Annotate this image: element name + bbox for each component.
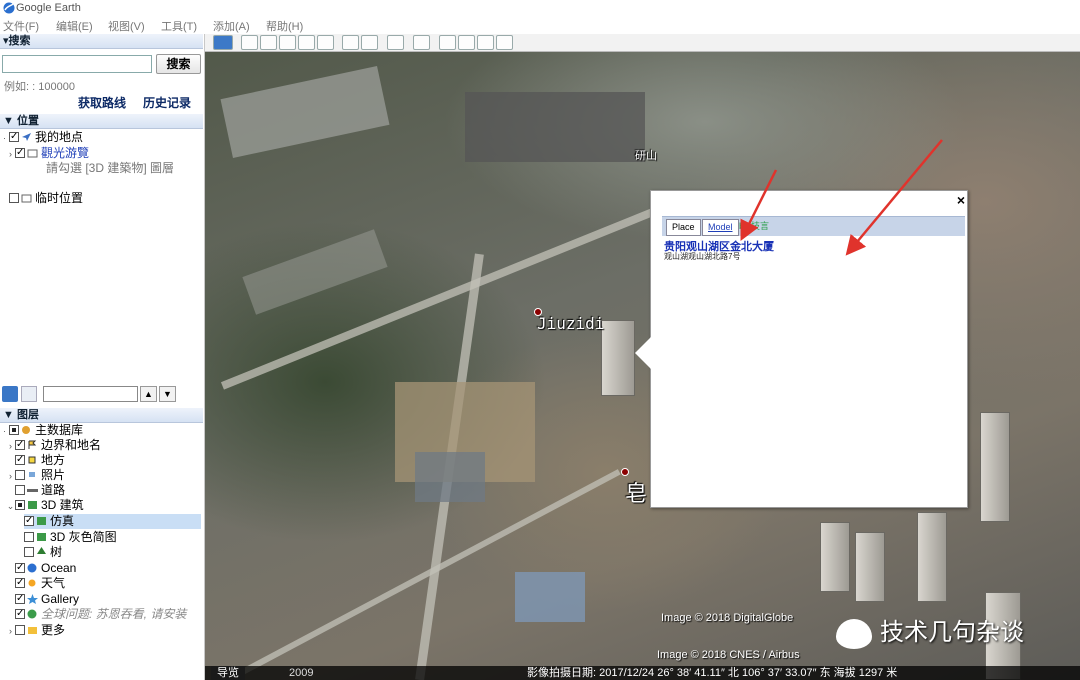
- annotation-arrows: [740, 139, 943, 256]
- arrow-icon: [845, 139, 943, 256]
- status-bar: 导览 2009 影像拍摄日期: 2017/12/24 26° 38′ 41.11…: [205, 666, 1080, 680]
- year-label: 2009: [289, 667, 314, 679]
- watermark: 技术几句杂谈: [836, 612, 1024, 649]
- navigation-toggle[interactable]: 导览: [211, 666, 245, 680]
- arrow-icon: [740, 169, 778, 241]
- chat-bubble-icon: [836, 618, 872, 649]
- status-info: 影像拍摄日期: 2017/12/24 26° 38′ 41.11″ 北 106°…: [527, 667, 898, 679]
